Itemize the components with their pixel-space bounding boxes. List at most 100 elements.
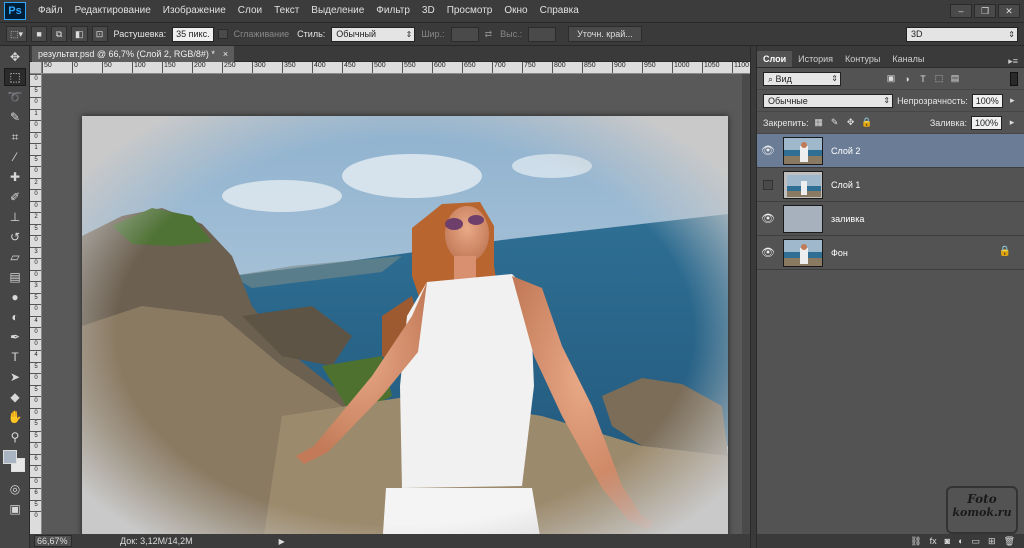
tab-paths[interactable]: Контуры <box>839 51 886 67</box>
fill-dropdown-icon[interactable]: ▸ <box>1006 117 1018 129</box>
vertical-scrollbar[interactable] <box>742 74 750 534</box>
layer-name[interactable]: Фон <box>831 248 848 258</box>
mask-icon[interactable]: ◙ <box>945 536 950 546</box>
minimize-button[interactable]: ‒ <box>950 4 972 18</box>
opacity-field[interactable]: 100% <box>971 93 1003 108</box>
ruler-horizontal[interactable]: 50 0 50 100 150 200 250 300 350 400 450 500 550 600 65… <box>42 62 750 74</box>
zoom-tool-icon[interactable]: ⚲ <box>4 428 26 446</box>
menu-edit[interactable]: Редактирование <box>69 0 157 22</box>
menu-file[interactable]: Файл <box>32 0 69 22</box>
menu-view[interactable]: Просмотр <box>441 0 499 22</box>
blur-tool-icon[interactable]: ● <box>4 288 26 306</box>
lock-all-icon[interactable]: 🔒 <box>861 117 873 129</box>
panel-menu-icon[interactable]: ▸≡ <box>1008 55 1018 67</box>
feather-field[interactable]: 35 пикс. <box>172 26 214 42</box>
blend-mode-select[interactable]: Обычные <box>763 93 894 108</box>
filter-toggle[interactable] <box>1010 71 1018 86</box>
quick-select-tool-icon[interactable]: ✎ <box>4 108 26 126</box>
filter-kind-select[interactable]: ⌕ Вид <box>763 71 841 86</box>
intersect-selection-icon[interactable]: ⊡ <box>91 26 108 42</box>
new-selection-icon[interactable]: ■ <box>31 26 48 42</box>
style-select[interactable]: Обычный <box>331 26 416 42</box>
folder-icon[interactable]: ▭ <box>972 536 981 547</box>
eraser-tool-icon[interactable]: ▱ <box>4 248 26 266</box>
menu-window[interactable]: Окно <box>498 0 533 22</box>
workspace-select[interactable]: 3D <box>906 26 1018 42</box>
shape-filter-icon[interactable]: ⬚ <box>933 73 945 85</box>
visibility-toggle[interactable] <box>763 179 773 190</box>
gradient-tool-icon[interactable]: ▤ <box>4 268 26 286</box>
menu-filter[interactable]: Фильтр <box>370 0 416 22</box>
smart-object-filter-icon[interactable]: ▤ <box>949 73 961 85</box>
canvas-pasteboard[interactable] <box>42 74 742 548</box>
move-tool-icon[interactable]: ✥ <box>4 48 26 66</box>
close-icon[interactable]: × <box>223 49 228 59</box>
tab-channels[interactable]: Каналы <box>886 51 930 67</box>
lock-pixels-icon[interactable]: ✎ <box>829 117 841 129</box>
pen-tool-icon[interactable]: ✒ <box>4 328 26 346</box>
shape-tool-icon[interactable]: ◆ <box>4 388 26 406</box>
layer-row-sloy2[interactable]: 👁 Слой 2 <box>757 134 1024 168</box>
crop-tool-icon[interactable]: ⌗ <box>4 128 26 146</box>
document-tab[interactable]: результат.psd @ 66,7% (Слой 2, RGB/8#) *… <box>32 46 235 62</box>
trash-icon[interactable]: 🗑 <box>1004 536 1015 547</box>
type-tool-icon[interactable]: T <box>4 348 26 366</box>
eye-icon[interactable]: 👁 <box>761 144 775 158</box>
status-menu-arrow-icon[interactable]: ▶ <box>279 537 285 546</box>
height-field[interactable] <box>528 26 557 42</box>
layer-row-zalivka[interactable]: 👁 заливка <box>757 202 1024 236</box>
antialias-checkbox[interactable] <box>217 29 228 39</box>
layer-row-sloy1[interactable]: Слой 1 <box>757 168 1024 202</box>
opacity-dropdown-icon[interactable]: ▸ <box>1007 95 1018 107</box>
lasso-tool-icon[interactable]: ➰ <box>4 88 26 106</box>
color-swatches[interactable] <box>3 450 27 476</box>
menu-select[interactable]: Выделение <box>305 0 370 22</box>
brush-tool-icon[interactable]: ✐ <box>4 188 26 206</box>
menu-image[interactable]: Изображение <box>157 0 232 22</box>
dodge-tool-icon[interactable]: ◐ <box>4 308 26 326</box>
marquee-preset-icon[interactable]: ⬚▾ <box>6 26 28 42</box>
lock-position-icon[interactable]: ✥ <box>845 117 857 129</box>
menu-help[interactable]: Справка <box>534 0 585 22</box>
layer-row-fon[interactable]: 👁 Фон 🔒 <box>757 236 1024 270</box>
path-select-tool-icon[interactable]: ➤ <box>4 368 26 386</box>
adjustment-icon[interactable]: ◐ <box>958 536 963 546</box>
fx-icon[interactable]: fx <box>930 536 937 546</box>
eye-icon[interactable]: 👁 <box>761 212 775 226</box>
marquee-tool-icon[interactable]: ⬚ <box>4 68 26 86</box>
zoom-level-field[interactable]: 66,67% <box>34 535 72 547</box>
tab-layers[interactable]: Слои <box>757 51 793 67</box>
ruler-vertical[interactable]: 0 5 0 1 0 0 1 5 0 2 0 0 2 5 0 3 0 0 3 5 0 4 0 0 4 5 0 5 0 0 5 5 0 6 0 0 6 5 0 <box>30 74 42 534</box>
new-layer-icon[interactable]: ⊞ <box>988 536 996 547</box>
refine-edge-button[interactable]: Уточн. край... <box>568 26 642 42</box>
restore-button[interactable]: ❐ <box>974 4 996 18</box>
foreground-color-swatch[interactable] <box>3 450 17 464</box>
width-field[interactable] <box>450 26 479 42</box>
quick-mask-icon[interactable]: ◎ <box>4 480 26 498</box>
tab-history[interactable]: История <box>792 51 839 67</box>
add-selection-icon[interactable]: ⧉ <box>51 26 68 42</box>
lock-transparency-icon[interactable]: ▦ <box>813 117 825 129</box>
screen-mode-icon[interactable]: ▣ <box>4 500 26 518</box>
swap-icon[interactable]: ⇄ <box>483 29 495 40</box>
eye-icon[interactable]: 👁 <box>761 246 775 260</box>
eyedropper-tool-icon[interactable]: ⁄ <box>4 148 26 166</box>
history-brush-icon[interactable]: ↺ <box>4 228 26 246</box>
type-filter-icon[interactable]: T <box>917 73 929 85</box>
fill-field[interactable]: 100% <box>970 115 1002 130</box>
pixel-filter-icon[interactable]: ▣ <box>885 73 897 85</box>
menu-layers[interactable]: Слои <box>232 0 268 22</box>
link-icon[interactable]: ⛓ <box>910 536 921 547</box>
ruler-corner[interactable] <box>30 62 42 74</box>
document-canvas[interactable] <box>82 116 728 548</box>
subtract-selection-icon[interactable]: ◧ <box>71 26 88 42</box>
adjustment-filter-icon[interactable]: ◑ <box>901 73 913 85</box>
menu-type[interactable]: Текст <box>268 0 305 22</box>
stamp-tool-icon[interactable]: ⊥ <box>4 208 26 226</box>
hand-tool-icon[interactable]: ✋ <box>4 408 26 426</box>
close-button[interactable]: ✕ <box>998 4 1020 18</box>
menu-3d[interactable]: 3D <box>416 0 441 22</box>
layer-name[interactable]: заливка <box>831 214 864 224</box>
layer-name[interactable]: Слой 2 <box>831 146 860 156</box>
healing-tool-icon[interactable]: ✚ <box>4 168 26 186</box>
